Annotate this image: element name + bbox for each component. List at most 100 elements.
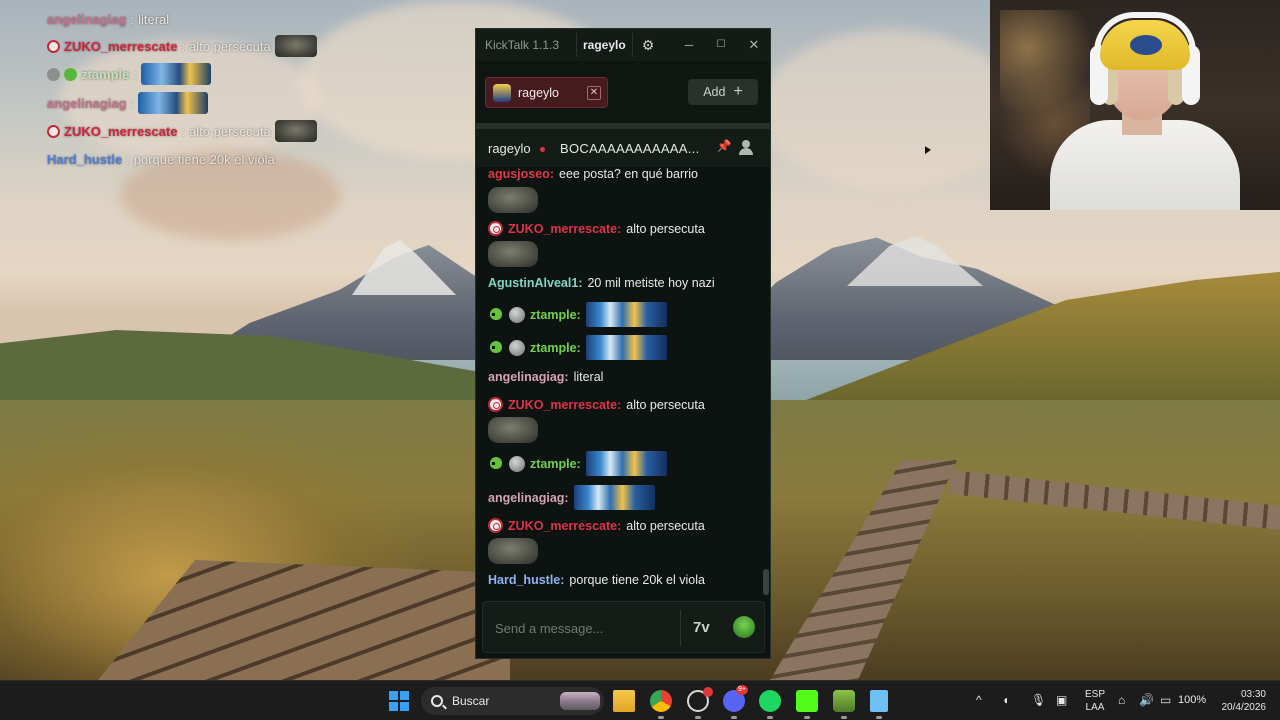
overlay-username: angelinagiag xyxy=(47,11,127,27)
kicktalk-taskbar-icon[interactable] xyxy=(833,690,855,712)
kick-emote-picker-icon[interactable] xyxy=(733,616,755,638)
alien-badge-icon xyxy=(488,340,506,356)
overlay-separator: : xyxy=(126,151,130,167)
alien-badge-icon xyxy=(64,67,77,81)
add-label: Add xyxy=(703,85,726,99)
overlay-message: ZUKO_merrescate: alto persecuta xyxy=(47,33,317,59)
chat-username[interactable]: angelinagiag xyxy=(488,491,564,505)
close-window-button[interactable]: ✕ xyxy=(745,36,763,54)
chat-username[interactable]: ZUKO_merrescate xyxy=(508,222,617,236)
chat-separator: : xyxy=(617,397,622,412)
gray-badge-icon xyxy=(509,306,525,323)
chat-username[interactable]: ztample xyxy=(530,457,577,471)
system-clock[interactable]: 03:30 20/4/2026 xyxy=(1216,688,1267,714)
chat-username[interactable]: ZUKO_merrescate xyxy=(508,519,617,533)
running-indicator xyxy=(658,716,664,719)
overlay-separator: : xyxy=(130,95,135,111)
channel-name[interactable]: rageylo xyxy=(488,141,531,156)
chevron-up-icon[interactable]: ^ xyxy=(976,693,982,707)
add-channel-button[interactable]: Add + xyxy=(688,79,758,105)
taskbar-search-box[interactable]: Buscar xyxy=(421,687,604,715)
seventv-emote-button[interactable]: 7v xyxy=(693,617,717,639)
window-titlebar[interactable]: KickTalk 1.1.3 rageylo ⚙ ─ ☐ ✕ xyxy=(476,29,770,61)
tray-app-icon[interactable]: ◖ xyxy=(1002,693,1009,707)
battery-icon[interactable]: ▭ xyxy=(1160,693,1171,707)
notepad-icon[interactable] xyxy=(870,690,888,712)
emote-face-icon xyxy=(488,417,538,443)
spotify-icon[interactable] xyxy=(759,690,781,712)
moderator-badge-icon xyxy=(488,518,503,533)
moderator-badge-icon xyxy=(47,124,60,138)
chat-username[interactable]: agusjoseo xyxy=(488,167,550,181)
moderator-badge-icon xyxy=(47,39,60,53)
chat-text: alto persecuta xyxy=(626,397,705,412)
emote-face-icon xyxy=(488,538,538,564)
chrome-icon[interactable] xyxy=(650,690,672,712)
chat-separator: : xyxy=(617,221,622,236)
chat-messages[interactable]: agusjoseo: eee posta? en qué barrio ZUKO… xyxy=(476,167,770,597)
message-input[interactable] xyxy=(495,618,665,638)
chat-separator: : xyxy=(578,276,583,290)
overlay-separator: : xyxy=(133,66,138,82)
running-indicator xyxy=(841,716,847,719)
chat-separator: : xyxy=(576,456,581,471)
chat-username[interactable]: Hard_hustle xyxy=(488,573,560,587)
moderator-badge-icon xyxy=(488,221,503,236)
emote-face-icon xyxy=(274,35,317,57)
language-indicator[interactable]: ESP LAA xyxy=(1084,688,1106,714)
chat-message: ztample: xyxy=(488,451,758,476)
chat-username[interactable]: angelinagiag xyxy=(488,370,564,384)
pin-icon[interactable]: 📌 xyxy=(716,139,732,155)
chat-username[interactable]: ztample xyxy=(530,308,577,322)
message-input-box: 7v xyxy=(482,601,765,653)
overlay-message: ZUKO_merrescate: alto persecuta xyxy=(47,118,317,144)
live-indicator-icon xyxy=(540,147,545,152)
clock-date: 20/4/2026 xyxy=(1221,702,1267,713)
moderator-badge-icon xyxy=(488,397,503,412)
chat-message: agusjoseo: eee posta? en qué barrio xyxy=(488,167,758,181)
file-explorer-icon[interactable] xyxy=(613,690,635,712)
chat-scrollbar[interactable] xyxy=(763,569,769,595)
chat-message: Hard_hustle: porque tiene 20k el viola xyxy=(488,573,758,587)
running-indicator xyxy=(731,716,737,719)
chat-username[interactable]: ZUKO_merrescate xyxy=(508,398,617,412)
display-icon[interactable]: ▣ xyxy=(1056,693,1067,707)
tab-rageylo[interactable]: rageylo ✕ xyxy=(485,77,608,108)
overlay-username: ztample xyxy=(81,66,130,82)
chat-username[interactable]: ztample xyxy=(530,341,577,355)
running-indicator xyxy=(804,716,810,719)
start-button-icon[interactable] xyxy=(389,691,409,711)
chat-message: ZUKO_merrescate: alto persecuta xyxy=(488,518,758,533)
chat-separator: : xyxy=(576,340,581,355)
user-list-icon[interactable] xyxy=(738,139,754,155)
clock-time: 03:30 xyxy=(1240,689,1266,700)
webcam-cap-logo xyxy=(1130,35,1162,55)
channel-avatar xyxy=(493,83,511,102)
gray-badge-icon xyxy=(509,455,525,472)
webcam-feed xyxy=(990,0,1280,210)
windows-taskbar: Buscar 9+ ^ ◖ 🎙 ▣ ESP LAA ⌂ 🔊 ▭ 100% 03:… xyxy=(0,680,1280,720)
running-indicator xyxy=(876,716,882,719)
current-user-button[interactable]: rageylo xyxy=(576,33,633,57)
chat-separator: : xyxy=(560,573,565,587)
notification-dot-icon xyxy=(703,687,713,697)
chat-separator: : xyxy=(576,307,581,322)
kick-icon[interactable] xyxy=(796,690,818,712)
volume-icon[interactable]: 🔊 xyxy=(1139,693,1154,707)
overlay-text: alto persecuta xyxy=(189,38,271,54)
chat-text: eee posta? en qué barrio xyxy=(559,167,698,181)
minimize-button[interactable]: ─ xyxy=(680,36,698,54)
network-icon[interactable]: ⌂ xyxy=(1118,693,1125,707)
emote-face-icon xyxy=(488,187,538,213)
settings-gear-icon[interactable]: ⚙ xyxy=(639,36,657,54)
maximize-button[interactable]: ☐ xyxy=(712,36,730,54)
search-highlight-image xyxy=(560,692,600,710)
emote-face-icon xyxy=(488,241,538,267)
microphone-icon[interactable]: 🎙 xyxy=(1031,693,1046,707)
emote-car-icon xyxy=(585,451,667,476)
chat-username[interactable]: AgustinAlveal1 xyxy=(488,276,578,290)
overlay-username: ZUKO_merrescate xyxy=(64,38,178,54)
gray-badge-icon xyxy=(47,67,60,81)
overlay-separator: : xyxy=(181,38,186,54)
close-tab-icon[interactable]: ✕ xyxy=(587,86,601,100)
